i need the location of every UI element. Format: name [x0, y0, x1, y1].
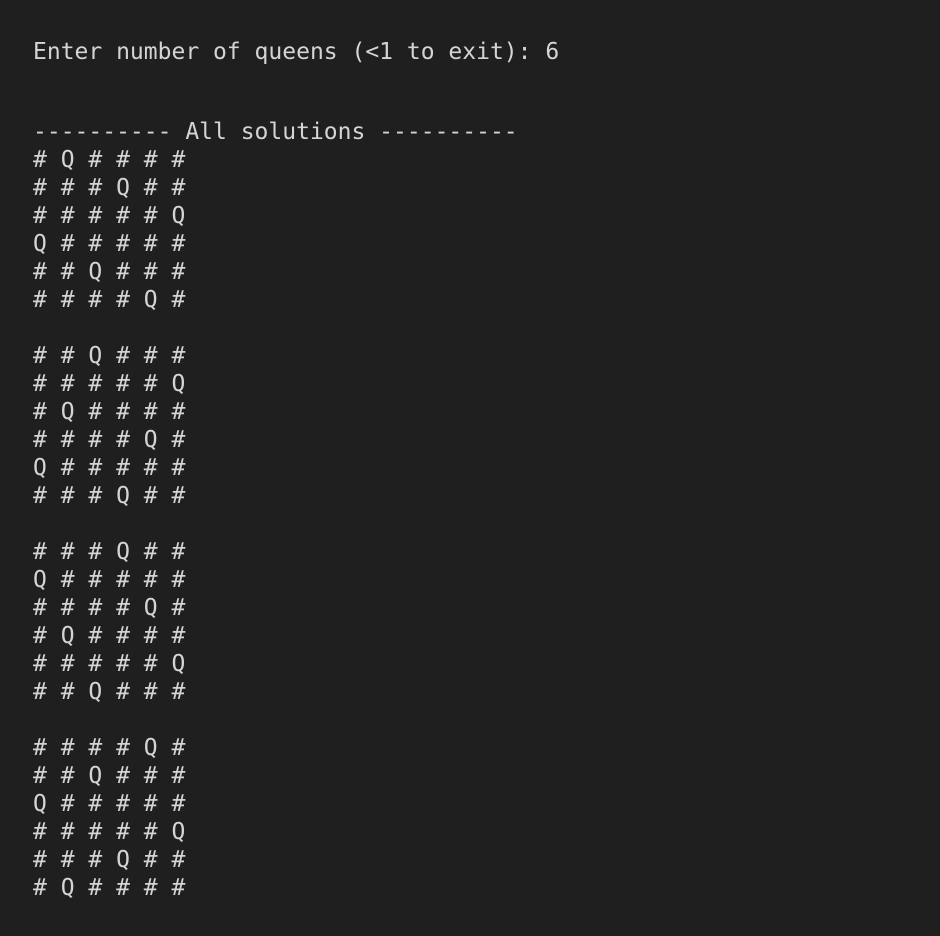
solution-2: # # Q # # # # # # # # Q # Q # # # # # # …: [33, 342, 940, 510]
board-row: # Q # # # #: [33, 875, 186, 901]
board-row: Q # # # # #: [33, 455, 186, 481]
board-row: # Q # # # #: [33, 147, 186, 173]
board-row: # # Q # # #: [33, 343, 186, 369]
board-row: # # # # # Q: [33, 651, 186, 677]
board-row: # Q # # # #: [33, 399, 186, 425]
board-row: # # Q # # #: [33, 763, 186, 789]
solution-1: # Q # # # # # # # Q # # # # # # # Q Q # …: [33, 146, 940, 314]
board-row: # # # # Q #: [33, 287, 186, 313]
terminal-output: Enter number of queens (<1 to exit): 6 -…: [0, 0, 940, 936]
blank-spacer: [33, 706, 940, 734]
board-row: # # # Q # #: [33, 539, 186, 565]
prompt-line: Enter number of queens (<1 to exit): 6: [33, 39, 560, 65]
board-row: Q # # # # #: [33, 791, 186, 817]
board-row: # # # # # Q: [33, 203, 186, 229]
blank-spacer: [33, 70, 940, 118]
board-row: Q # # # # #: [33, 567, 186, 593]
board-row: # # # # Q #: [33, 595, 186, 621]
board-row: Q # # # # #: [33, 231, 186, 257]
board-row: # # Q # # #: [33, 679, 186, 705]
blank-spacer: [33, 314, 940, 342]
solution-3: # # # Q # # Q # # # # # # # # # Q # # Q …: [33, 538, 940, 706]
board-row: # # # # # Q: [33, 371, 186, 397]
board-row: # Q # # # #: [33, 623, 186, 649]
solutions-header: ---------- All solutions ----------: [33, 119, 518, 145]
board-row: # # # # Q #: [33, 735, 186, 761]
board-row: # # # Q # #: [33, 847, 186, 873]
board-row: # # # Q # #: [33, 483, 186, 509]
board-row: # # # Q # #: [33, 175, 186, 201]
solution-4: # # # # Q # # # Q # # # Q # # # # # # # …: [33, 734, 940, 902]
board-row: # # Q # # #: [33, 259, 186, 285]
blank-spacer: [33, 510, 940, 538]
board-row: # # # # # Q: [33, 819, 186, 845]
board-row: # # # # Q #: [33, 427, 186, 453]
